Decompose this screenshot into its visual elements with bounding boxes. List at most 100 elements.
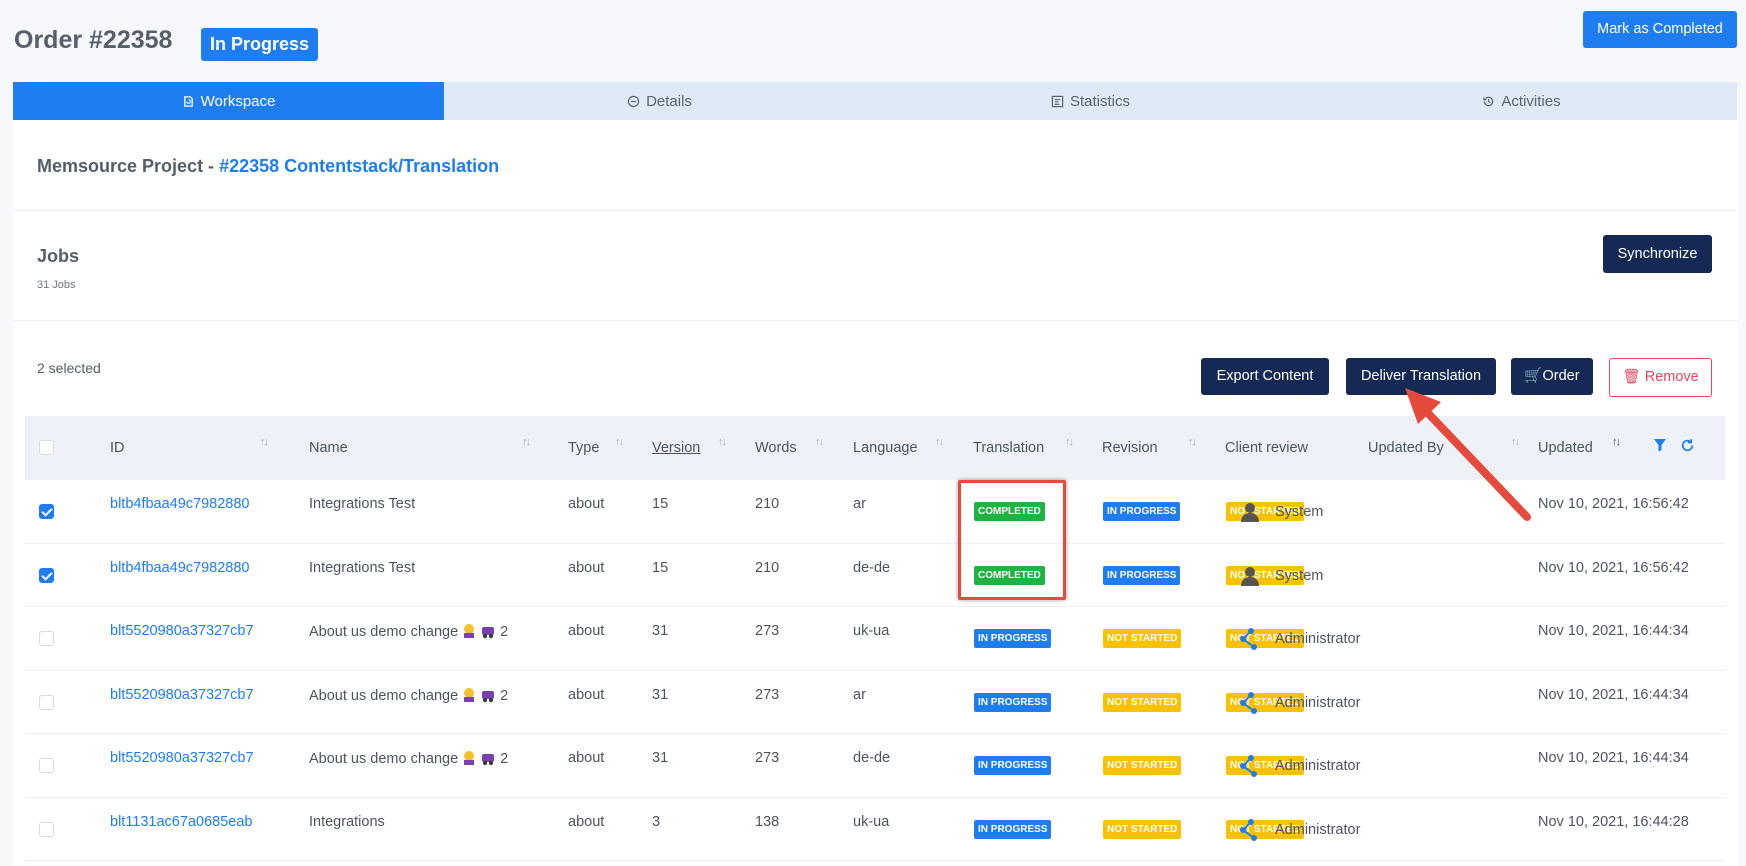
emoji-people-icon bbox=[464, 751, 475, 765]
column-name[interactable]: Name bbox=[309, 416, 348, 480]
revision-status-badge: NOT STARTED bbox=[1103, 692, 1182, 712]
row-checkbox[interactable] bbox=[39, 631, 54, 646]
trash-icon: 🗑 bbox=[1622, 369, 1641, 385]
admin-avatar-icon bbox=[1240, 628, 1257, 650]
project-link[interactable]: #22358 Contentstack/Translation bbox=[219, 156, 499, 176]
annotation-highlight-box bbox=[958, 480, 1066, 600]
table-row[interactable]: blt5520980a37327cb7 About us demo change … bbox=[25, 607, 1725, 671]
job-language: ar bbox=[853, 686, 866, 703]
column-revision[interactable]: Revision bbox=[1102, 416, 1158, 480]
emoji-suffix: 2 bbox=[500, 751, 509, 767]
updated-by-name: Administrator bbox=[1275, 821, 1361, 838]
admin-avatar-icon bbox=[1240, 818, 1257, 841]
mark-as-completed-button[interactable]: Mark as Completed bbox=[1583, 11, 1737, 48]
job-language: uk-ua bbox=[853, 623, 890, 639]
job-id-link[interactable]: blt5520980a37327cb7 bbox=[110, 623, 254, 639]
job-language: de-de bbox=[853, 750, 891, 766]
job-type: about bbox=[568, 750, 605, 766]
row-checkbox[interactable] bbox=[39, 567, 54, 583]
row-checkbox[interactable] bbox=[39, 694, 54, 710]
tab-workspace[interactable]: Workspace bbox=[13, 82, 444, 120]
job-version: 3 bbox=[652, 813, 661, 830]
job-name-text: Integrations bbox=[309, 813, 385, 830]
sort-icon[interactable]: ↑↓ bbox=[615, 436, 624, 448]
select-all-checkbox[interactable] bbox=[39, 440, 54, 455]
table-row[interactable]: blt5520980a37327cb7 About us demo change … bbox=[25, 734, 1725, 798]
job-id-link[interactable]: bltb4fbaa49c7982880 bbox=[110, 560, 250, 576]
job-words: 273 bbox=[755, 623, 780, 639]
column-type[interactable]: Type bbox=[568, 416, 599, 480]
refresh-icon[interactable] bbox=[1680, 438, 1695, 453]
job-name: Integrations bbox=[309, 814, 385, 830]
job-words: 273 bbox=[755, 750, 780, 766]
remove-button[interactable]: 🗑 Remove bbox=[1609, 358, 1712, 397]
row-checkbox[interactable] bbox=[39, 504, 54, 519]
admin-avatar-icon bbox=[1240, 755, 1257, 777]
updated-by-name: Administrator bbox=[1275, 631, 1361, 647]
filter-icon[interactable] bbox=[1653, 438, 1667, 452]
user-avatar-icon bbox=[1241, 566, 1259, 586]
sort-icon[interactable]: ↑↓ bbox=[522, 436, 531, 448]
sort-icon[interactable]: ↑↓ bbox=[1511, 436, 1520, 448]
sort-icon[interactable]: ↑↓ bbox=[1065, 436, 1074, 448]
job-name: About us demo change 2 bbox=[309, 687, 508, 704]
column-id[interactable]: ID bbox=[110, 416, 125, 480]
remove-label: Remove bbox=[1644, 369, 1699, 385]
job-id-link[interactable]: blt5520980a37327cb7 bbox=[110, 687, 254, 703]
column-language[interactable]: Language bbox=[853, 416, 918, 480]
refresh-doc-icon bbox=[183, 95, 193, 107]
sort-icon[interactable]: ↑↓ bbox=[718, 436, 727, 448]
order-label: Order bbox=[1542, 368, 1580, 384]
updated-by-name: System bbox=[1275, 504, 1324, 520]
admin-avatar-icon bbox=[1240, 691, 1257, 714]
row-checkbox[interactable] bbox=[39, 821, 54, 837]
sort-desc-icon[interactable]: ↑↓ bbox=[1612, 436, 1621, 448]
job-type: about bbox=[568, 496, 605, 512]
column-words[interactable]: Words bbox=[755, 416, 797, 480]
column-updated-by[interactable]: Updated By bbox=[1368, 416, 1444, 480]
job-id-link[interactable]: blt5520980a37327cb7 bbox=[110, 750, 254, 766]
synchronize-button[interactable]: Synchronize bbox=[1603, 235, 1712, 273]
job-words: 210 bbox=[755, 496, 780, 512]
emoji-people-icon bbox=[464, 624, 475, 638]
job-language: uk-ua bbox=[853, 813, 890, 830]
column-updated[interactable]: Updated bbox=[1538, 416, 1593, 480]
table-row[interactable]: bltb4fbaa49c7982880 Integrations Test abou… bbox=[25, 480, 1725, 544]
job-type: about bbox=[568, 686, 605, 703]
deliver-translation-button[interactable]: Deliver Translation bbox=[1346, 358, 1496, 395]
tab-label: Workspace bbox=[200, 92, 276, 110]
column-translation[interactable]: Translation bbox=[973, 416, 1044, 480]
tab-details[interactable]: Details bbox=[444, 82, 875, 120]
job-name-text: Integrations Test bbox=[309, 496, 416, 512]
translation-status-badge: IN PROGRESS bbox=[974, 756, 1052, 775]
job-id-link[interactable]: bltb4fbaa49c7982880 bbox=[110, 496, 250, 512]
table-row[interactable]: blt5520980a37327cb7 About us demo change … bbox=[25, 671, 1725, 734]
job-id-link[interactable]: blt1131ac67a0685eab bbox=[110, 814, 252, 830]
job-language: de-de bbox=[853, 559, 891, 576]
updated-by-name: System bbox=[1275, 567, 1324, 584]
export-content-button[interactable]: Export Content bbox=[1201, 358, 1329, 395]
tab-activities[interactable]: Activities bbox=[1306, 82, 1737, 120]
sort-icon[interactable]: ↑↓ bbox=[815, 436, 824, 448]
order-button[interactable]: 🛒Order bbox=[1511, 358, 1593, 395]
column-client-review[interactable]: Client review bbox=[1225, 416, 1308, 480]
job-words: 138 bbox=[755, 813, 780, 830]
table-row[interactable]: bltb4fbaa49c7982880 Integrations Test abou… bbox=[25, 544, 1725, 607]
row-checkbox[interactable] bbox=[39, 758, 54, 773]
selection-count: 2 selected bbox=[37, 360, 101, 376]
revision-status-badge: IN PROGRESS bbox=[1103, 502, 1181, 521]
translation-status-badge: IN PROGRESS bbox=[974, 819, 1052, 839]
job-name: Integrations Test bbox=[309, 496, 415, 512]
cart-icon: 🛒 bbox=[1524, 368, 1543, 384]
sort-icon[interactable]: ↑↓ bbox=[260, 436, 269, 448]
column-version[interactable]: Version bbox=[652, 416, 700, 480]
tab-label: Statistics bbox=[1069, 92, 1130, 110]
sort-icon[interactable]: ↑↓ bbox=[1188, 436, 1197, 448]
job-version: 31 bbox=[652, 750, 669, 766]
sort-icon[interactable]: ↑↓ bbox=[935, 436, 944, 448]
job-words: 273 bbox=[755, 686, 780, 703]
emoji-suffix: 2 bbox=[500, 687, 509, 704]
table-row[interactable]: blt1131ac67a0685eab Integrations about 3 138… bbox=[25, 798, 1725, 861]
job-name-text: About us demo change bbox=[309, 624, 459, 640]
tab-statistics[interactable]: Statistics bbox=[875, 82, 1306, 120]
